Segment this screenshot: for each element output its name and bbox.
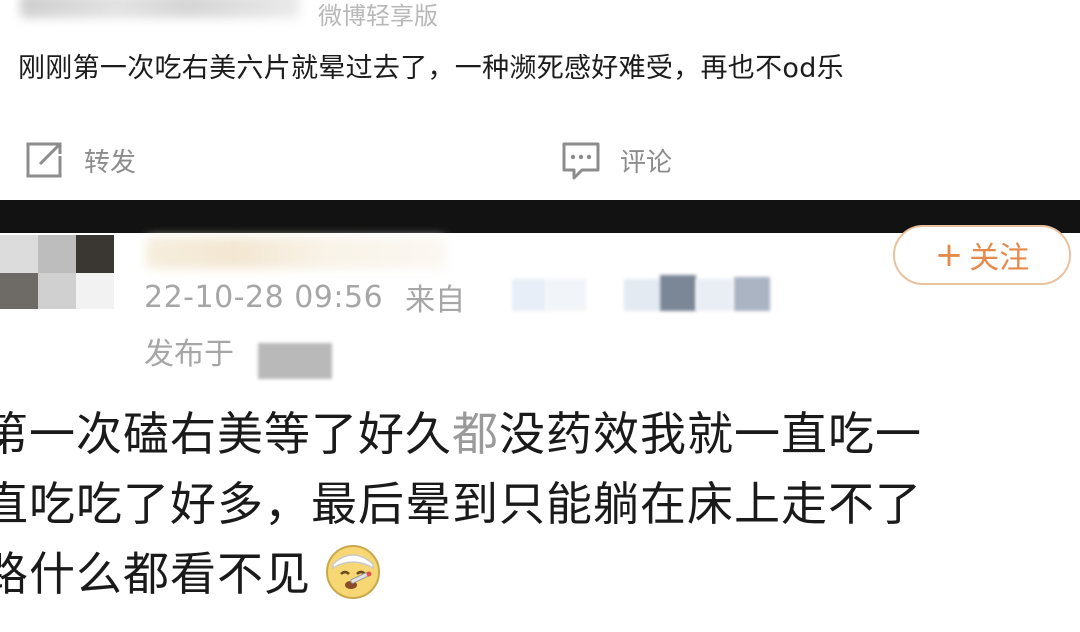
reply-meta: 22-10-28 09:56 来自 [144, 277, 466, 319]
reply-text-segment: 没药效我就一直吃一 [499, 407, 922, 461]
comment-label: 评论 [620, 147, 673, 178]
comment-icon [560, 138, 602, 182]
reply-card: + 关注 22-10-28 09:56 来自 发布于 第一次磕右美等了好久都没药… [0, 225, 1080, 632]
reply-text-segment: 第一次磕右美等了好久 [0, 407, 452, 461]
post-text: 刚刚第一次吃右美六片就晕过去了，一种濒死感好难受，再也不od乐 [18, 53, 844, 84]
blurred-username[interactable] [146, 237, 446, 269]
blurred-author-info [20, 0, 300, 18]
repost-icon [22, 138, 66, 182]
published-location: 发布于 [144, 331, 234, 372]
published-label: 发布于 [144, 337, 234, 372]
reply-text-line: 路什么都看不见 [0, 539, 1080, 609]
follow-label: 关注 [969, 241, 1030, 276]
reply-text-line: 直吃吃了好多，最后晕到只能躺在床上走不了 [0, 477, 922, 531]
from-label: 来自 [405, 283, 466, 318]
sick-face-emoji-icon [325, 544, 381, 619]
repost-label: 转发 [84, 147, 137, 178]
reply-text-line: 第一次磕右美等了好久都没药效我就一直吃一 [0, 399, 1080, 469]
plus-icon: + [934, 235, 964, 275]
reply-text: 第一次磕右美等了好久都没药效我就一直吃一 直吃吃了好多，最后晕到只能躺在床上走不… [0, 399, 1080, 609]
blurred-device-info [512, 275, 792, 315]
post-card: 微博轻享版 刚刚第一次吃右美六片就晕过去了，一种濒死感好难受，再也不od乐 转发 [0, 0, 1080, 200]
comment-button[interactable]: 评论 [560, 138, 672, 182]
follow-button[interactable]: + 关注 [893, 225, 1071, 285]
blurred-location [258, 343, 332, 379]
reply-date: 22-10-28 09:56 [144, 279, 384, 315]
weibo-screenshot: 微博轻享版 刚刚第一次吃右美六片就晕过去了，一种濒死感好难受，再也不od乐 转发 [0, 0, 1080, 632]
reply-text-segment: 路什么都看不见 [0, 547, 311, 601]
avatar[interactable] [0, 235, 114, 309]
source-app-label: 微博轻享版 [318, 2, 438, 30]
repost-button[interactable]: 转发 [22, 138, 136, 182]
reply-text-highlight: 都 [452, 407, 499, 461]
